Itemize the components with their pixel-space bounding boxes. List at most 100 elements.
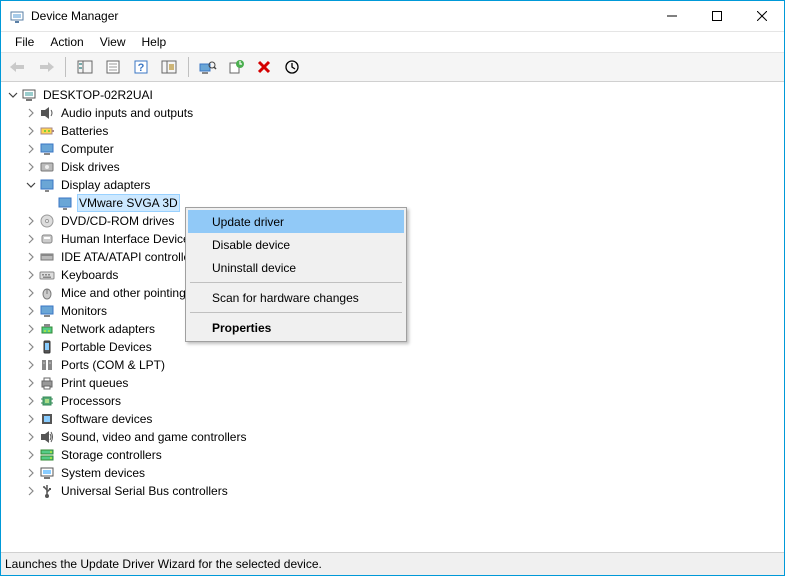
expand-icon[interactable]	[23, 357, 39, 373]
ctx-disable-device[interactable]: Disable device	[188, 233, 404, 256]
tree-category-label: Print queues	[59, 374, 130, 392]
tree-category-label: Computer	[59, 140, 116, 158]
update-driver-button[interactable]	[223, 54, 249, 80]
app-icon	[9, 8, 25, 24]
status-bar: Launches the Update Driver Wizard for th…	[1, 552, 784, 575]
portable-icon	[39, 339, 55, 355]
tree-category[interactable]: Processors	[1, 392, 784, 410]
tree-category[interactable]: Audio inputs and outputs	[1, 104, 784, 122]
expand-icon[interactable]	[23, 249, 39, 265]
expand-icon[interactable]	[23, 159, 39, 175]
tree-category-label: Sound, video and game controllers	[59, 428, 248, 446]
dvd-icon	[39, 213, 55, 229]
properties-button[interactable]	[100, 54, 126, 80]
ctx-divider	[190, 282, 402, 283]
ctx-scan-hardware[interactable]: Scan for hardware changes	[188, 286, 404, 309]
tree-category[interactable]: Print queues	[1, 374, 784, 392]
action-menu-button[interactable]	[156, 54, 182, 80]
expand-icon[interactable]	[23, 429, 39, 445]
back-button[interactable]	[5, 54, 31, 80]
expand-icon[interactable]	[23, 447, 39, 463]
tree-category[interactable]: Disk drives	[1, 158, 784, 176]
tree-category[interactable]: Ports (COM & LPT)	[1, 356, 784, 374]
menu-help[interactable]: Help	[134, 34, 175, 50]
expand-icon[interactable]	[23, 285, 39, 301]
print-icon	[39, 375, 55, 391]
expand-icon[interactable]	[23, 213, 39, 229]
expand-icon[interactable]	[23, 231, 39, 247]
sound-icon	[39, 429, 55, 445]
context-menu: Update driver Disable device Uninstall d…	[185, 207, 407, 342]
expand-icon[interactable]	[23, 141, 39, 157]
collapse-icon[interactable]	[23, 177, 39, 193]
menu-view[interactable]: View	[92, 34, 134, 50]
menu-file[interactable]: File	[7, 34, 42, 50]
titlebar: Device Manager	[1, 1, 784, 31]
tree-category[interactable]: Universal Serial Bus controllers	[1, 482, 784, 500]
expand-icon[interactable]	[23, 483, 39, 499]
network-icon	[39, 321, 55, 337]
usb-icon	[39, 483, 55, 499]
battery-icon	[39, 123, 55, 139]
tree-category-label: Display adapters	[59, 176, 152, 194]
tree-root[interactable]: DESKTOP-02R2UAI	[1, 86, 784, 104]
window-buttons	[649, 1, 784, 31]
disable-device-button[interactable]	[279, 54, 305, 80]
expand-icon[interactable]	[23, 465, 39, 481]
tree-device-label: VMware SVGA 3D	[77, 194, 180, 212]
tree-category-label: Processors	[59, 392, 123, 410]
disk-icon	[39, 159, 55, 175]
tree-category[interactable]: Storage controllers	[1, 446, 784, 464]
computer-icon	[21, 87, 37, 103]
mouse-icon	[39, 285, 55, 301]
cpu-icon	[39, 393, 55, 409]
menu-action[interactable]: Action	[42, 34, 91, 50]
tree-category-label: Human Interface Devices	[59, 230, 198, 248]
tree-category[interactable]: Display adapters	[1, 176, 784, 194]
close-button[interactable]	[739, 1, 784, 31]
scan-for-hardware-changes-button[interactable]	[195, 54, 221, 80]
ide-icon	[39, 249, 55, 265]
help-button[interactable]: ?	[128, 54, 154, 80]
collapse-icon[interactable]	[5, 87, 21, 103]
expand-icon[interactable]	[23, 105, 39, 121]
ctx-uninstall-device[interactable]: Uninstall device	[188, 256, 404, 279]
tree-category-label: Universal Serial Bus controllers	[59, 482, 230, 500]
tree-category[interactable]: Software devices	[1, 410, 784, 428]
software-icon	[39, 411, 55, 427]
expand-icon[interactable]	[23, 375, 39, 391]
expand-icon[interactable]	[23, 267, 39, 283]
status-text: Launches the Update Driver Wizard for th…	[5, 557, 322, 571]
blank-expander	[41, 195, 57, 211]
uninstall-device-button[interactable]	[251, 54, 277, 80]
menubar: File Action View Help	[1, 31, 784, 53]
tree-category[interactable]: Batteries	[1, 122, 784, 140]
expand-icon[interactable]	[23, 321, 39, 337]
tree-category-label: Monitors	[59, 302, 109, 320]
tree-category-label: Storage controllers	[59, 446, 164, 464]
tree-category-label: Software devices	[59, 410, 154, 428]
tree-category[interactable]: System devices	[1, 464, 784, 482]
expand-icon[interactable]	[23, 393, 39, 409]
expand-icon[interactable]	[23, 303, 39, 319]
expand-icon[interactable]	[23, 339, 39, 355]
toolbar: ?	[1, 53, 784, 82]
tree-category-label: Ports (COM & LPT)	[59, 356, 167, 374]
storage-icon	[39, 447, 55, 463]
tree-category-label: Audio inputs and outputs	[59, 104, 195, 122]
tree-category[interactable]: Sound, video and game controllers	[1, 428, 784, 446]
ctx-divider	[190, 312, 402, 313]
show-hide-console-tree-button[interactable]	[72, 54, 98, 80]
minimize-button[interactable]	[649, 1, 694, 31]
forward-button[interactable]	[33, 54, 59, 80]
toolbar-separator	[188, 57, 189, 77]
expand-icon[interactable]	[23, 123, 39, 139]
tree-category-label: DVD/CD-ROM drives	[59, 212, 176, 230]
display-icon	[57, 195, 73, 211]
ctx-properties[interactable]: Properties	[188, 316, 404, 339]
maximize-button[interactable]	[694, 1, 739, 31]
ctx-update-driver[interactable]: Update driver	[188, 210, 404, 233]
tree-category[interactable]: Computer	[1, 140, 784, 158]
tree-category-label: Batteries	[59, 122, 110, 140]
expand-icon[interactable]	[23, 411, 39, 427]
